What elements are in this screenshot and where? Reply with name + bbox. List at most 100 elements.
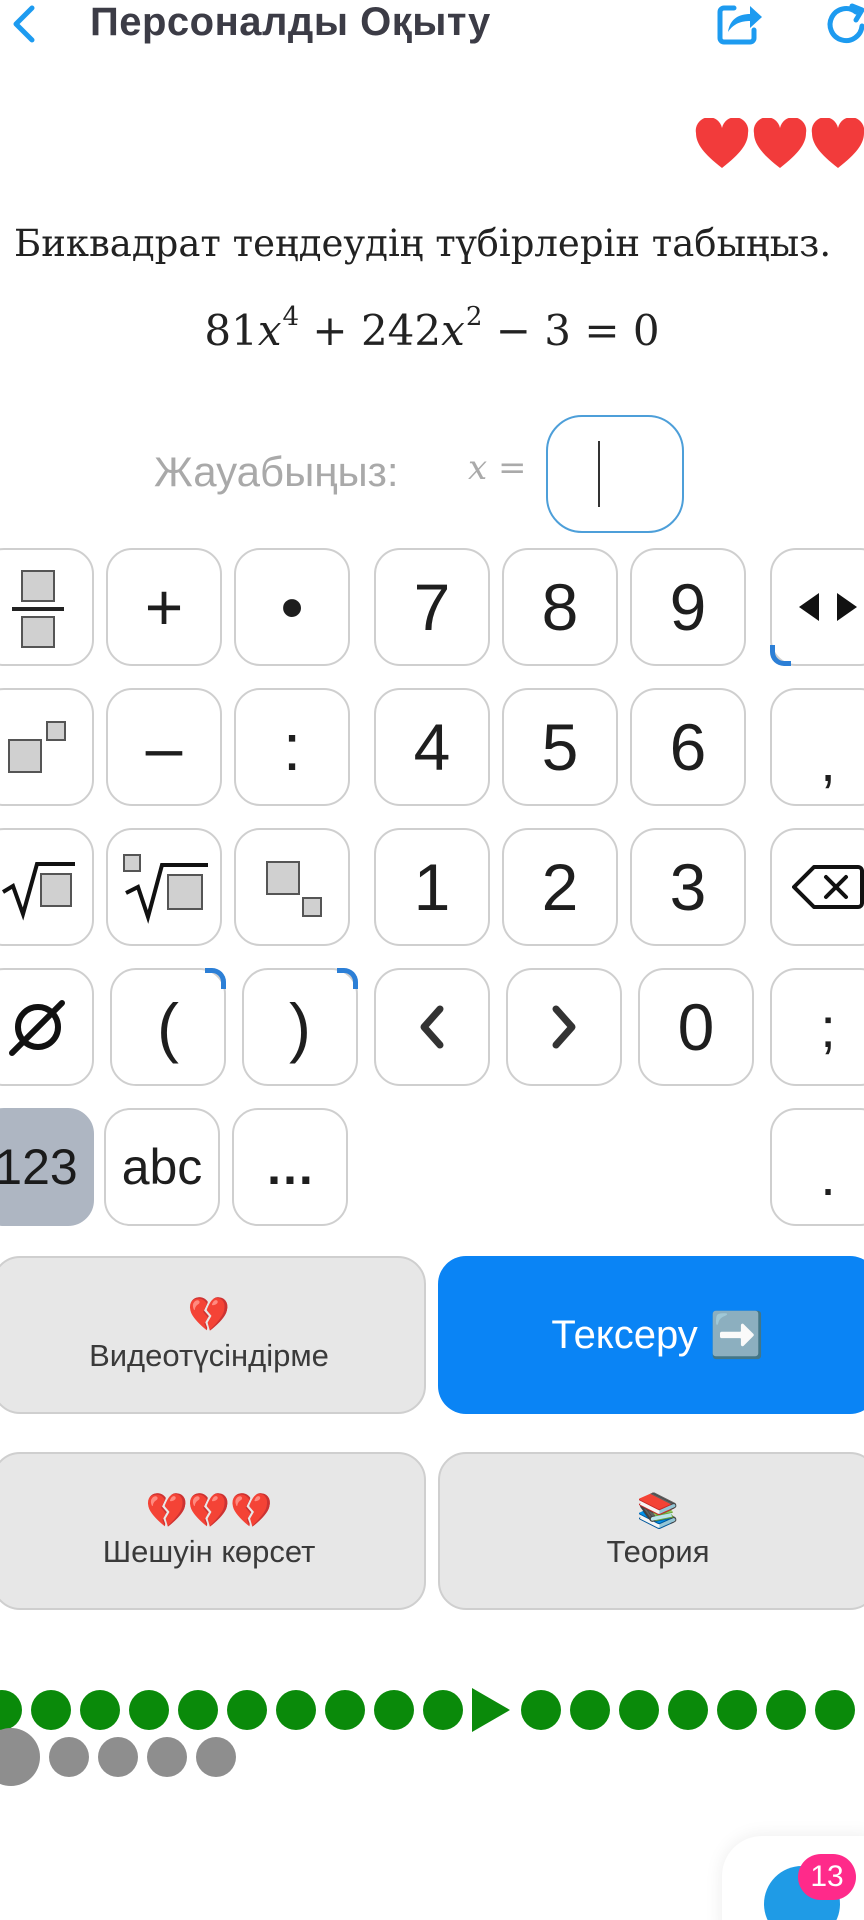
text-caret	[598, 441, 600, 507]
divide-key[interactable]: :	[234, 688, 350, 806]
show-solution-button[interactable]: 💔💔💔 Шешуін көрсет	[0, 1452, 426, 1610]
eq-power: 4	[282, 302, 300, 332]
digit-1-key[interactable]: 1	[374, 828, 490, 946]
progress-dot[interactable]	[521, 1690, 561, 1730]
eq-coef-b: + 242	[312, 306, 442, 355]
progress-dot[interactable]	[276, 1690, 316, 1730]
progress-dot-pending[interactable]	[98, 1737, 138, 1777]
eq-var: x	[441, 306, 465, 355]
progress-dot[interactable]	[619, 1690, 659, 1730]
progress-dot[interactable]	[815, 1690, 855, 1730]
digit-4-key[interactable]: 4	[374, 688, 490, 806]
page-title: Персоналды Оқыту	[90, 0, 491, 44]
progress-dot-pending[interactable]	[196, 1737, 236, 1777]
period-key[interactable]: .	[770, 1108, 864, 1226]
close-paren-key[interactable]: )	[242, 968, 358, 1086]
refresh-button[interactable]	[822, 0, 864, 48]
chevron-right-icon	[552, 1005, 576, 1049]
progress-dot[interactable]	[570, 1690, 610, 1730]
heart-icon	[753, 118, 807, 168]
math-keyboard: + • 7 8 9 – : 4 5 6 , 1 2 3 () 0 ; 123 …	[0, 0, 864, 1230]
theory-button[interactable]: 📚 Теория	[438, 1452, 864, 1610]
video-explanation-label: Видеотүсіндірме	[89, 1338, 329, 1373]
empty-set-icon	[9, 1000, 65, 1056]
video-explanation-button[interactable]: 💔 Видеотүсіндірме	[0, 1256, 426, 1414]
digit-8-key[interactable]: 8	[502, 548, 618, 666]
progress-dot[interactable]	[325, 1690, 365, 1730]
digit-9-key[interactable]: 9	[630, 548, 746, 666]
subscript-key[interactable]	[234, 828, 350, 946]
semicolon-key[interactable]: ;	[770, 968, 864, 1086]
progress-dot[interactable]	[668, 1690, 708, 1730]
digit-0-key[interactable]: 0	[638, 968, 754, 1086]
progress-dot-pending[interactable]	[147, 1737, 187, 1777]
chevron-left-icon	[13, 5, 35, 43]
current-task-marker[interactable]	[472, 1688, 510, 1732]
progress-dot[interactable]	[766, 1690, 806, 1730]
numeric-mode-key[interactable]: 123	[0, 1108, 94, 1226]
chat-widget[interactable]: 13	[722, 1836, 864, 1920]
eq-rest: − 3 = 0	[495, 306, 660, 355]
code-brackets-icon	[799, 593, 857, 621]
digit-5-key[interactable]: 5	[502, 688, 618, 806]
broken-hearts-icon: 💔💔💔	[145, 1492, 273, 1530]
progress-dot[interactable]	[227, 1690, 267, 1730]
digit-6-key[interactable]: 6	[630, 688, 746, 806]
progress-remaining	[0, 1728, 245, 1786]
progress-dot[interactable]	[374, 1690, 414, 1730]
progress-dot[interactable]	[80, 1690, 120, 1730]
sqrt-key[interactable]	[0, 828, 94, 946]
cursor-right-key[interactable]	[506, 968, 622, 1086]
subscript-icon	[266, 861, 322, 917]
progress-dot[interactable]	[129, 1690, 169, 1730]
progress-dot[interactable]	[0, 1690, 22, 1730]
heart-icon	[811, 118, 864, 168]
share-button[interactable]	[714, 0, 766, 48]
check-button[interactable]: Тексеру ➡️	[438, 1256, 864, 1414]
backspace-icon	[792, 865, 864, 909]
open-paren-key[interactable]: (	[110, 968, 226, 1086]
cursor-mode-key[interactable]	[770, 548, 864, 666]
nth-root-key[interactable]	[106, 828, 222, 946]
nth-root-icon	[123, 854, 208, 924]
progress-dot[interactable]	[178, 1690, 218, 1730]
backspace-key[interactable]	[770, 828, 864, 946]
superscript-icon	[8, 721, 66, 773]
power-key[interactable]	[0, 688, 94, 806]
answer-label: Жауабыңыз:	[154, 448, 399, 495]
progress-dot-pending[interactable]	[0, 1728, 40, 1786]
eq-coef-a: 81	[204, 306, 258, 355]
refresh-icon	[827, 3, 864, 44]
minus-key[interactable]: –	[106, 688, 222, 806]
answer-input[interactable]	[546, 415, 684, 533]
eq-power: 2	[465, 302, 483, 332]
answer-eq: =	[498, 448, 527, 488]
comma-key[interactable]: ,	[770, 688, 864, 806]
letters-mode-key[interactable]: abc	[104, 1108, 220, 1226]
fraction-icon	[12, 570, 64, 648]
equation: 81x4 + 242x2 − 3 = 0	[0, 302, 864, 355]
progress-completed	[0, 1688, 864, 1732]
more-symbols-key[interactable]: …	[232, 1108, 348, 1226]
cursor-left-key[interactable]	[374, 968, 490, 1086]
multiply-key[interactable]: •	[234, 548, 350, 666]
arrow-right-icon: ➡️	[709, 1311, 765, 1360]
progress-dot[interactable]	[31, 1690, 71, 1730]
progress-dot[interactable]	[423, 1690, 463, 1730]
fraction-key[interactable]	[0, 548, 94, 666]
progress-dot[interactable]	[717, 1690, 757, 1730]
empty-set-key[interactable]	[0, 968, 94, 1086]
share-icon	[717, 5, 762, 45]
task-text: Биквадрат теңдеудің түбірлерін табыңыз.	[14, 222, 832, 265]
digit-7-key[interactable]: 7	[374, 548, 490, 666]
back-button[interactable]	[4, 2, 44, 46]
lives-indicator	[694, 118, 864, 170]
digit-3-key[interactable]: 3	[630, 828, 746, 946]
progress-dot-pending[interactable]	[49, 1737, 89, 1777]
answer-var: x	[468, 448, 488, 488]
top-bar: Персоналды Оқыту	[0, 0, 864, 60]
notification-badge: 13	[798, 1854, 856, 1900]
show-solution-label: Шешуін көрсет	[102, 1534, 316, 1569]
plus-key[interactable]: +	[106, 548, 222, 666]
digit-2-key[interactable]: 2	[502, 828, 618, 946]
